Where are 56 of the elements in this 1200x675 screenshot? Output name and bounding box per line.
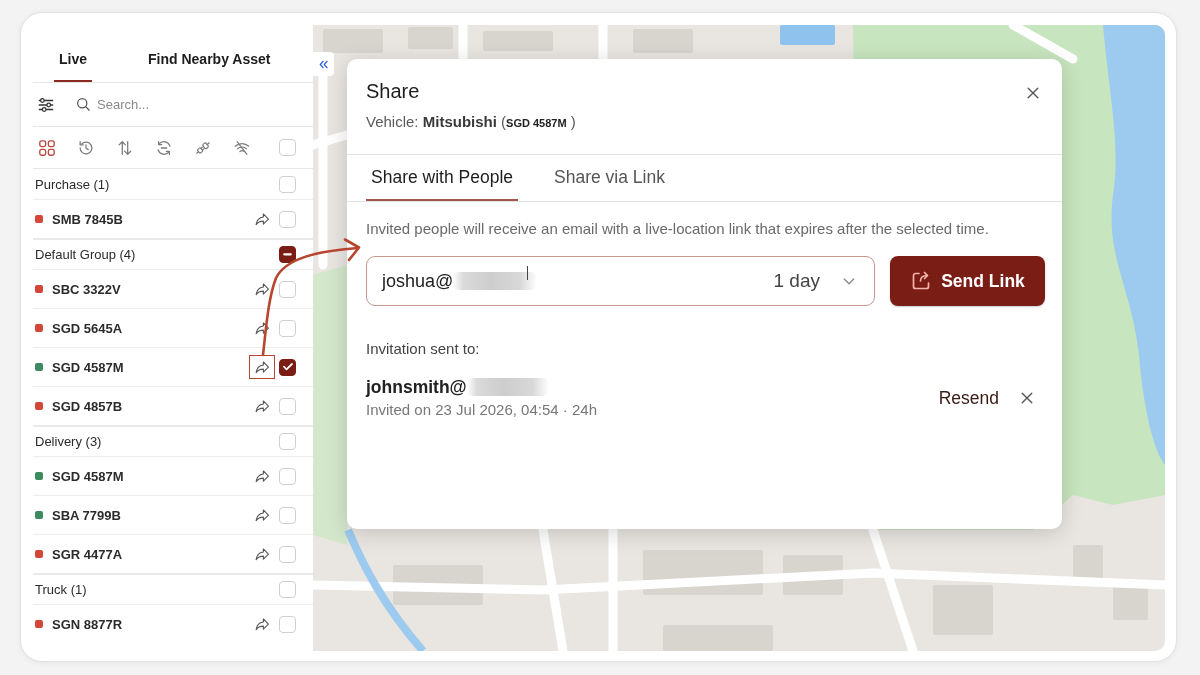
share-arrow-icon: [253, 467, 271, 485]
share-arrow-icon: [253, 545, 271, 563]
group-name: Delivery (3): [35, 434, 102, 449]
collapse-button[interactable]: [313, 52, 334, 76]
search-icon: [76, 97, 91, 112]
select-all-checkbox[interactable]: [279, 139, 296, 156]
share-arrow-icon: [253, 506, 271, 524]
vehicle-plate[interactable]: SGN 8877R: [52, 616, 249, 632]
invite-details: Invited on 23 Jul 2026, 04:54 · 24h: [366, 400, 598, 420]
wifi-off-icon: [233, 138, 251, 157]
sidebar-tab[interactable]: Find Nearby Asset: [143, 51, 276, 82]
vehicle-plate[interactable]: SMB 7845B: [52, 211, 249, 227]
group-checkbox[interactable]: [279, 246, 296, 263]
close-icon: [1025, 85, 1041, 101]
send-link-button[interactable]: Send Link: [890, 256, 1045, 306]
remove-invite-button[interactable]: [1019, 390, 1035, 406]
share-arrow-icon: [253, 210, 271, 228]
grid-icon: [38, 138, 56, 157]
share-arrow-icon: [253, 358, 271, 376]
vehicle-plate[interactable]: SGD 5645A: [52, 320, 249, 336]
dialog-title: Share: [366, 79, 421, 103]
share-arrow-icon: [253, 397, 271, 415]
resend-button[interactable]: Resend: [938, 387, 999, 409]
duration-dropdown[interactable]: 1 day: [773, 270, 857, 292]
group-name: Truck (1): [35, 582, 87, 597]
search-field[interactable]: Search...: [97, 93, 313, 116]
vehicle-plate[interactable]: SBA 7799B: [52, 507, 249, 523]
sidebar-tab[interactable]: Live: [54, 51, 92, 82]
sliders-icon: [37, 95, 55, 114]
vehicle-plate[interactable]: SGD 4587M: [52, 468, 249, 484]
description-text: Invited people will receive an email with a live-location link that expires after the selected time.: [366, 219, 990, 239]
email-value: joshua@: [382, 270, 454, 292]
vehicle-plate[interactable]: SGD 4587M: [52, 359, 249, 375]
group-name: Default Group (4): [35, 247, 136, 262]
share-arrow-icon: [253, 615, 271, 633]
filter-settings-button[interactable]: [37, 95, 55, 114]
invitee-email: johnsmith@: [366, 376, 467, 398]
dialog-tab[interactable]: Share with People: [366, 167, 519, 201]
close-icon: [1019, 390, 1035, 406]
dialog-tab[interactable]: Share via Link: [549, 167, 670, 201]
group-name: Purchase (1): [35, 176, 110, 192]
share-arrow-icon: [253, 280, 271, 298]
share-button[interactable]: [249, 355, 275, 379]
checkmark-icon: [282, 363, 293, 371]
section-heading: Invitation sent to:: [366, 339, 481, 359]
text-cursor: [527, 266, 529, 280]
vehicle-checkbox[interactable]: [279, 358, 296, 376]
history-icon: [77, 138, 95, 157]
share-arrow-icon: [253, 319, 271, 337]
vehicle-plate[interactable]: SBC 3322V: [52, 281, 249, 297]
vehicle-plate[interactable]: SGD 4857B: [52, 398, 249, 414]
sort-arrows-icon: [116, 138, 134, 157]
sync-icon: [155, 138, 173, 157]
email-field[interactable]: joshua@ 1 day: [366, 256, 875, 306]
vehicle-plate[interactable]: SGR 4477A: [52, 546, 249, 562]
vehicle-subtitle: Vehicle: Mitsubishi (SGD 4587M ): [366, 112, 576, 132]
